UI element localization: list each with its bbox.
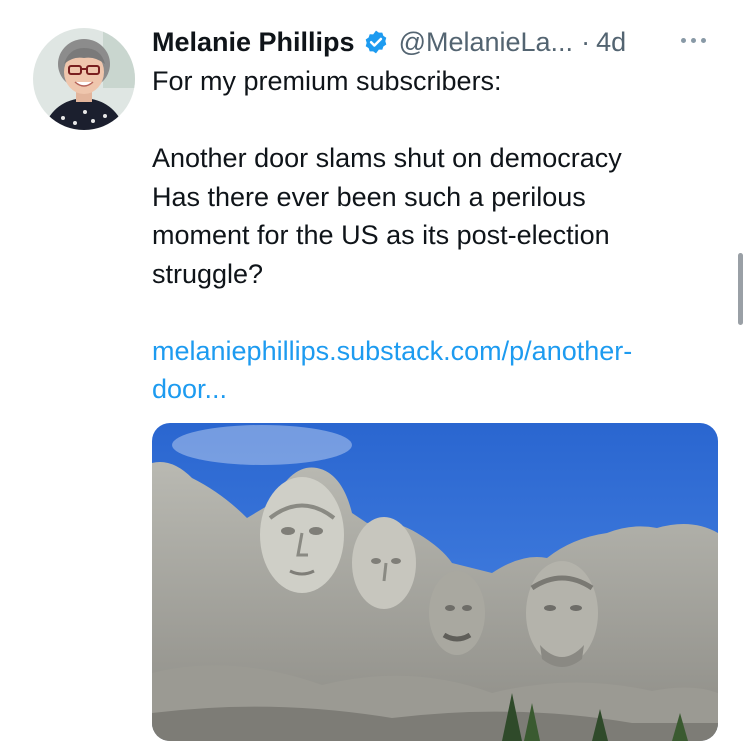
- tweet-text-line: Another door slams shut on democracy: [152, 143, 622, 173]
- tweet-text-line: moment for the US as its post-election: [152, 220, 610, 250]
- author-handle[interactable]: @MelanieLa...: [399, 27, 574, 58]
- tweet-text-line: For my premium subscribers:: [152, 66, 502, 96]
- scrollbar-thumb[interactable]: [738, 253, 743, 325]
- tweet-timestamp[interactable]: 4d: [596, 27, 626, 58]
- more-dot: [701, 37, 706, 43]
- tweet-text-line: struggle?: [152, 258, 264, 289]
- tweet[interactable]: Melanie Phillips @MelanieLa... · 4d For …: [0, 0, 750, 752]
- tweet-media-image[interactable]: [152, 423, 718, 741]
- separator-dot: ·: [581, 26, 591, 57]
- mount-rushmore-photo-icon: [152, 423, 718, 741]
- tweet-text-line: Has there ever been such a perilous: [152, 181, 586, 212]
- tweet-text: For my premium subscribers: Another door…: [152, 62, 722, 409]
- author-name[interactable]: Melanie Phillips: [152, 27, 355, 58]
- more-dot: [681, 37, 686, 43]
- more-options-icon[interactable]: [681, 30, 721, 50]
- article-link-continued[interactable]: door...: [152, 370, 722, 409]
- tweet-header: Melanie Phillips @MelanieLa... · 4d: [152, 22, 722, 62]
- article-link[interactable]: melaniephillips.substack.com/p/another-: [152, 332, 722, 371]
- profile-photo-icon: [33, 28, 135, 130]
- avatar[interactable]: [33, 28, 135, 130]
- more-dot: [691, 37, 696, 43]
- verified-badge-icon: [363, 29, 389, 55]
